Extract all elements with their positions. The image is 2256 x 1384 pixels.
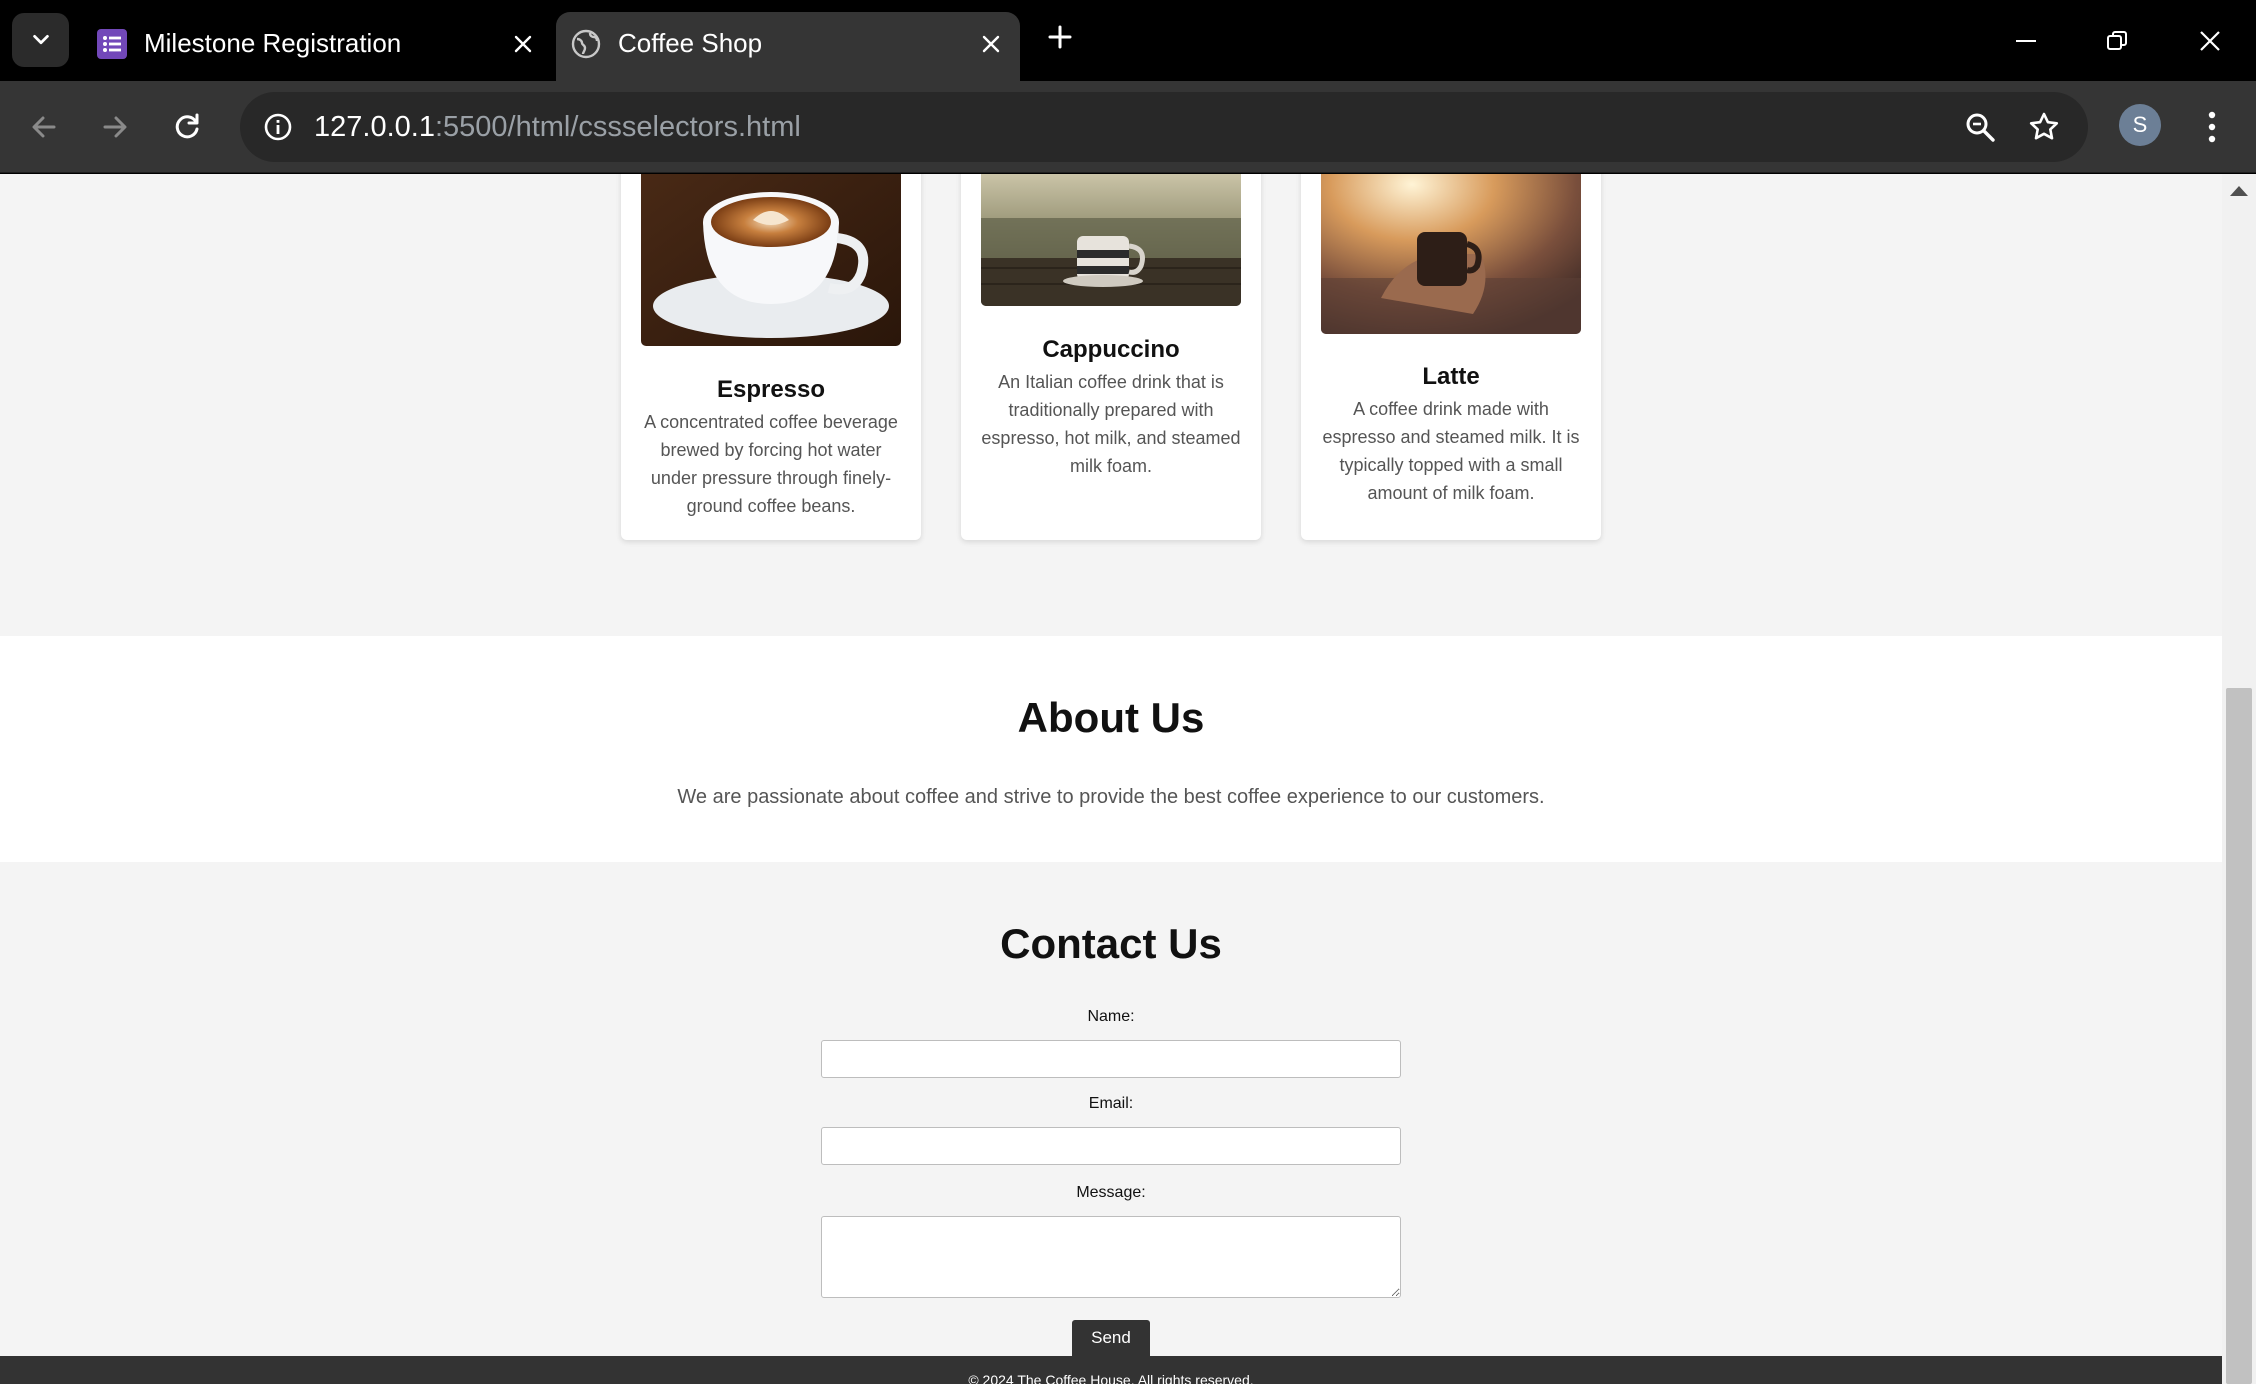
- message-label: Message:: [1076, 1184, 1146, 1201]
- menu-item-description: A coffee drink made with espresso and st…: [1322, 399, 1580, 503]
- close-icon[interactable]: [972, 25, 1010, 63]
- tab-coffee-shop[interactable]: Coffee Shop: [556, 12, 1020, 81]
- back-button[interactable]: [20, 103, 68, 151]
- minimize-icon: [2016, 40, 2036, 42]
- address-bar[interactable]: 127.0.0.1:5500/html/cssselectors.html: [240, 92, 2088, 162]
- chevron-down-icon: [32, 34, 49, 45]
- minimize-button[interactable]: [1996, 14, 2056, 68]
- menu-card-latte: Latte A coffee drink made with espresso …: [1301, 174, 1601, 540]
- menu-card-cappuccino: Cappuccino An Italian coffee drink that …: [961, 174, 1261, 540]
- profile-avatar[interactable]: S: [2119, 104, 2161, 146]
- globe-icon: [571, 29, 601, 59]
- url-path: :5500/html/cssselectors.html: [434, 111, 801, 143]
- message-textarea[interactable]: [821, 1216, 1401, 1298]
- name-label: Name:: [1087, 1008, 1135, 1025]
- send-button[interactable]: Send: [1072, 1320, 1150, 1356]
- name-input[interactable]: [821, 1040, 1401, 1078]
- cappuccino-image: [981, 174, 1241, 306]
- tab-title: Coffee Shop: [618, 28, 763, 58]
- email-input[interactable]: [821, 1127, 1401, 1165]
- footer-text: © 2024 The Coffee House. All rights rese…: [968, 1372, 1254, 1384]
- tab-search-button[interactable]: [12, 13, 69, 67]
- restore-button[interactable]: [2087, 14, 2147, 68]
- browser-toolbar: 127.0.0.1:5500/html/cssselectors.html S: [0, 81, 2256, 173]
- latte-image: [1321, 174, 1581, 334]
- arrow-left-icon: [32, 116, 56, 138]
- reload-button[interactable]: [163, 103, 211, 151]
- browser-tab-bar: Milestone Registration Coffee Shop: [0, 0, 2256, 81]
- about-title: About Us: [1017, 694, 1205, 741]
- url-host: 127.0.0.1: [314, 111, 435, 143]
- close-window-button[interactable]: [2180, 14, 2240, 68]
- vertical-scrollbar[interactable]: [2222, 174, 2256, 1384]
- contact-title: Contact Us: [1000, 920, 1222, 967]
- menu-item-name: Latte: [1422, 363, 1480, 390]
- more-menu-button[interactable]: [2194, 103, 2230, 151]
- reload-icon: [175, 113, 199, 139]
- page-viewport: Espresso A concentrated coffee beverage …: [0, 174, 2256, 1384]
- more-vert-icon: [2208, 111, 2216, 143]
- close-icon[interactable]: [504, 25, 542, 63]
- menu-section: Espresso A concentrated coffee beverage …: [0, 174, 2222, 636]
- restore-icon: [2107, 31, 2127, 50]
- page-footer: © 2024 The Coffee House. All rights rese…: [0, 1356, 2222, 1384]
- arrow-right-icon: [103, 116, 127, 138]
- plus-icon: [1048, 25, 1072, 49]
- email-label: Email:: [1088, 1095, 1134, 1112]
- about-section: About Us We are passionate about coffee …: [0, 636, 2222, 862]
- url-text[interactable]: 127.0.0.1:5500/html/cssselectors.html: [314, 111, 801, 144]
- tab-title: Milestone Registration: [144, 28, 402, 58]
- menu-item-description: An Italian coffee drink that is traditio…: [981, 372, 1241, 476]
- new-tab-button[interactable]: [1039, 16, 1081, 58]
- espresso-image: [641, 174, 901, 346]
- menu-card-espresso: Espresso A concentrated coffee beverage …: [621, 174, 921, 540]
- menu-item-name: Espresso: [716, 376, 826, 403]
- zoom-icon[interactable]: [1956, 103, 2004, 151]
- menu-item-description: A concentrated coffee beverage brewed by…: [644, 412, 898, 516]
- bookmark-star-icon[interactable]: [2020, 103, 2068, 151]
- site-info-icon[interactable]: [254, 103, 302, 151]
- scrollbar-thumb[interactable]: [2226, 688, 2252, 1384]
- about-text: We are passionate about coffee and striv…: [677, 786, 1545, 808]
- forms-list-icon: [97, 29, 127, 59]
- menu-item-name: Cappuccino: [1042, 336, 1180, 363]
- forward-button[interactable]: [91, 103, 139, 151]
- close-icon: [2200, 31, 2220, 51]
- scroll-up-arrow-icon[interactable]: [2230, 186, 2248, 196]
- tab-milestone-registration[interactable]: Milestone Registration: [82, 12, 552, 81]
